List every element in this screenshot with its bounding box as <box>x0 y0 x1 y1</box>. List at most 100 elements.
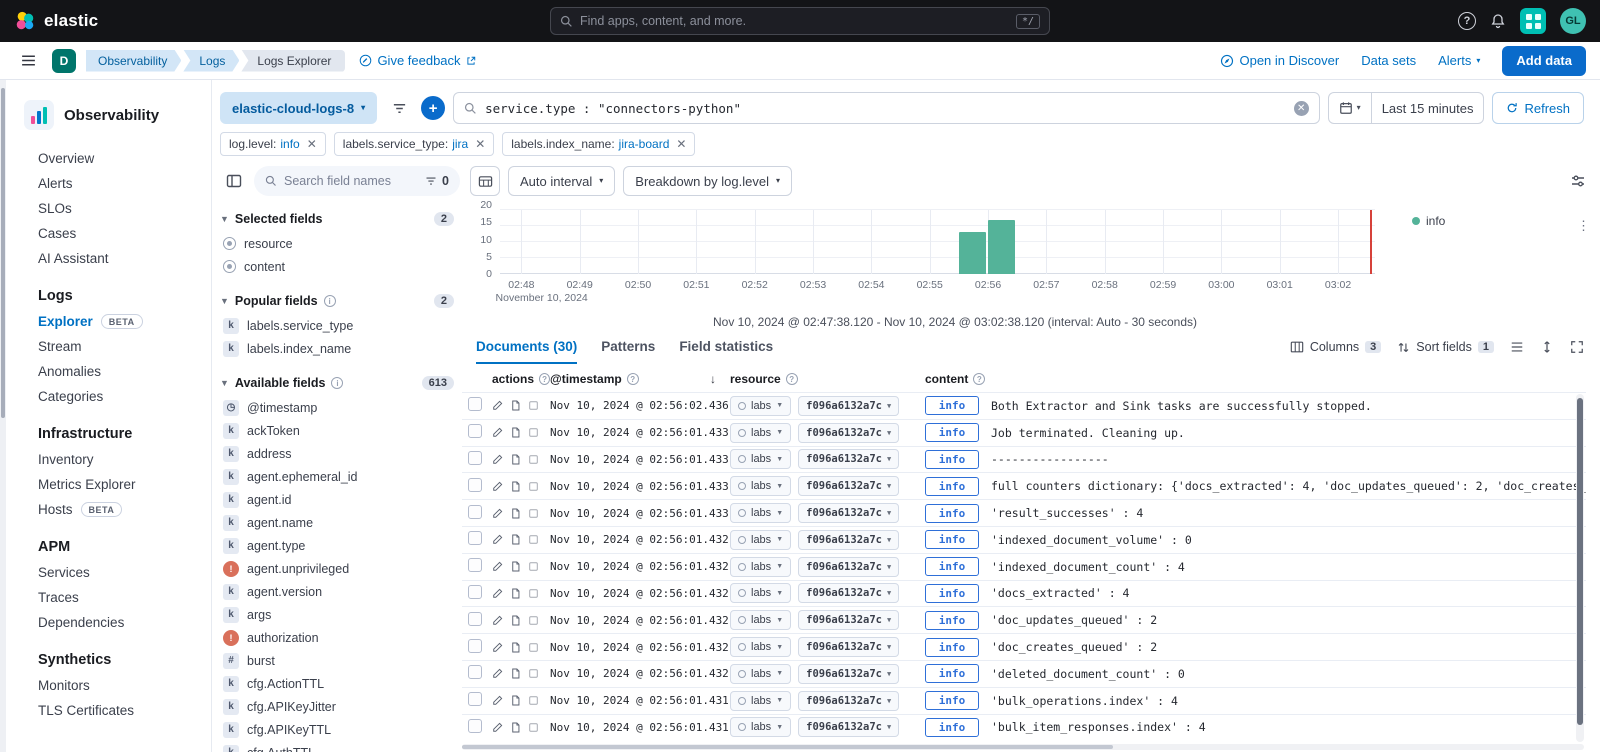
sort-desc-icon[interactable]: ↓ <box>710 372 716 386</box>
row-height-icon[interactable] <box>1510 340 1524 354</box>
field-item[interactable]: content <box>220 255 460 278</box>
breadcrumb-item[interactable]: Logs <box>183 50 239 72</box>
field-item[interactable]: k labels.index_name <box>220 337 460 360</box>
field-item[interactable]: k cfg.APIKeyTTL <box>220 718 460 741</box>
give-feedback-link[interactable]: Give feedback <box>359 53 475 68</box>
results-tab[interactable]: Patterns <box>601 330 655 364</box>
row-checkbox[interactable] <box>468 692 482 707</box>
table-vertical-scrollbar[interactable] <box>1576 394 1584 742</box>
log-level-badge[interactable]: info <box>925 664 979 684</box>
container-chip[interactable]: f096a6132a7c ▼ <box>798 583 900 604</box>
container-chip[interactable]: f096a6132a7c ▼ <box>798 395 900 416</box>
edit-icon[interactable] <box>492 722 503 733</box>
table-row[interactable]: Nov 10, 2024 @ 02:56:01.433 labs ▼ f096a6… <box>462 499 1586 526</box>
container-chip[interactable]: f096a6132a7c ▼ <box>798 422 900 443</box>
table-row[interactable]: Nov 10, 2024 @ 02:56:01.432 labs ▼ f096a6… <box>462 659 1586 687</box>
field-item[interactable]: k agent.type <box>220 534 460 557</box>
container-chip[interactable]: f096a6132a7c ▼ <box>798 663 900 684</box>
table-row[interactable]: Nov 10, 2024 @ 02:56:01.433 labs ▼ f096a6… <box>462 472 1586 499</box>
alerts-dropdown[interactable]: Alerts ▾ <box>1438 53 1480 68</box>
log-level-badge[interactable]: info <box>925 583 979 603</box>
row-checkbox[interactable] <box>468 584 482 599</box>
table-row[interactable]: Nov 10, 2024 @ 02:56:01.432 labs ▼ f096a6… <box>462 552 1586 580</box>
sidebar-item[interactable]: Inventory <box>24 447 203 472</box>
sidebar-item[interactable]: Explorer BETA <box>24 309 203 334</box>
expand-document-icon[interactable] <box>510 427 521 438</box>
columns-button[interactable]: Columns 3 <box>1290 340 1382 354</box>
sidebar-item[interactable]: Monitors <box>24 673 203 698</box>
edit-icon[interactable] <box>492 695 503 706</box>
expand-document-icon[interactable] <box>510 695 521 706</box>
histogram-plot[interactable]: 0 5 10 15 20 <box>480 199 1375 280</box>
service-chip[interactable]: labs ▼ <box>730 717 792 738</box>
row-checkbox[interactable] <box>468 611 482 626</box>
expand-document-icon[interactable] <box>510 722 521 733</box>
edit-icon[interactable] <box>492 427 503 438</box>
pin-icon[interactable] <box>528 427 539 438</box>
sidebar-item[interactable]: Cases <box>24 221 203 246</box>
row-checkbox[interactable] <box>468 477 482 492</box>
table-horizontal-scrollbar[interactable] <box>462 744 1584 750</box>
service-chip[interactable]: labs ▼ <box>730 690 792 711</box>
service-chip[interactable]: labs ▼ <box>730 556 792 577</box>
field-item[interactable]: k args <box>220 603 460 626</box>
field-item[interactable]: # burst <box>220 649 460 672</box>
field-item[interactable]: k ackToken <box>220 419 460 442</box>
selected-fields-header[interactable]: ▼ Selected fields 2 <box>220 212 460 226</box>
field-filter-icon[interactable] <box>425 175 437 187</box>
table-row[interactable]: Nov 10, 2024 @ 02:56:01.433 labs ▼ f096a6… <box>462 418 1586 446</box>
edit-icon[interactable] <box>492 561 503 572</box>
expand-document-icon[interactable] <box>510 561 521 572</box>
legend-item-info[interactable]: info <box>1412 214 1445 228</box>
fullscreen-icon[interactable] <box>1570 340 1584 354</box>
sidebar-item[interactable]: Dependencies <box>24 610 203 635</box>
sidebar-item[interactable]: Stream <box>24 334 203 359</box>
pin-icon[interactable] <box>528 668 539 679</box>
field-item[interactable]: ◷ @timestamp <box>220 396 460 419</box>
add-filter-button[interactable]: + <box>421 96 446 120</box>
expand-document-icon[interactable] <box>510 615 521 626</box>
edit-icon[interactable] <box>492 454 503 465</box>
row-checkbox[interactable] <box>468 558 482 573</box>
edit-icon[interactable] <box>492 588 503 599</box>
add-data-button[interactable]: Add data <box>1502 45 1586 76</box>
log-level-badge[interactable]: info <box>925 610 979 630</box>
pin-icon[interactable] <box>528 561 539 572</box>
table-row[interactable]: Nov 10, 2024 @ 02:56:01.432 labs ▼ f096a6… <box>462 633 1586 660</box>
field-item[interactable]: resource <box>220 232 460 255</box>
page-scrollbar[interactable] <box>0 80 6 752</box>
sidebar-item[interactable]: Logs <box>24 283 203 309</box>
user-avatar[interactable]: GL <box>1560 8 1586 34</box>
query-input[interactable]: service.type : "connectors-python" ✕ <box>453 92 1320 124</box>
field-search-input[interactable]: Search field names 0 <box>254 166 460 196</box>
log-level-badge[interactable]: info <box>925 637 979 657</box>
container-chip[interactable]: f096a6132a7c ▼ <box>798 476 900 497</box>
field-item[interactable]: ! agent.unprivileged <box>220 557 460 580</box>
data-sets-link[interactable]: Data sets <box>1361 53 1416 68</box>
expand-document-icon[interactable] <box>510 400 521 411</box>
table-row[interactable]: Nov 10, 2024 @ 02:56:01.432 labs ▼ f096a6… <box>462 606 1586 633</box>
edit-icon[interactable] <box>492 481 503 492</box>
pin-icon[interactable] <box>528 695 539 706</box>
log-level-badge[interactable]: info <box>925 449 979 469</box>
log-level-badge[interactable]: info <box>925 423 979 443</box>
menu-hamburger-icon[interactable] <box>14 47 42 75</box>
edit-icon[interactable] <box>492 508 503 519</box>
remove-filter-icon[interactable]: ✕ <box>676 137 686 151</box>
row-checkbox[interactable] <box>468 531 482 546</box>
pin-icon[interactable] <box>528 400 539 411</box>
field-item[interactable]: k agent.name <box>220 511 460 534</box>
row-checkbox[interactable] <box>468 665 482 680</box>
elastic-brand[interactable]: elastic <box>14 10 98 32</box>
edit-icon[interactable] <box>492 615 503 626</box>
breadcrumb-item[interactable]: Observability <box>86 50 181 72</box>
pin-icon[interactable] <box>528 534 539 545</box>
edit-icon[interactable] <box>492 534 503 545</box>
log-level-badge[interactable]: info <box>925 530 979 550</box>
expand-document-icon[interactable] <box>510 454 521 465</box>
results-tab[interactable]: Field statistics <box>679 330 773 364</box>
container-chip[interactable]: f096a6132a7c ▼ <box>798 556 900 577</box>
service-chip[interactable]: labs ▼ <box>730 529 792 550</box>
sidebar-item[interactable]: SLOs <box>24 196 203 221</box>
container-chip[interactable]: f096a6132a7c ▼ <box>798 717 900 738</box>
